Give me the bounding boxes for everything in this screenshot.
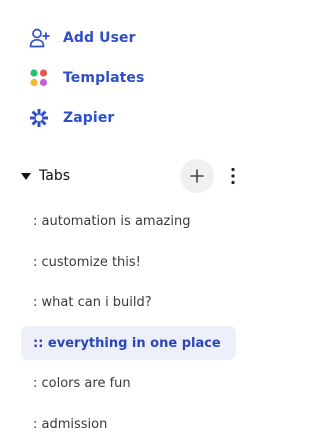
templates-button[interactable]: Templates: [27, 65, 144, 91]
tab-item-label: :: everything in one place: [33, 335, 221, 351]
templates-label: Templates: [63, 70, 145, 86]
tab-item[interactable]: : automation is amazing: [21, 204, 236, 238]
tab-item-label: : customize this!: [33, 254, 141, 270]
zapier-label: Zapier: [63, 110, 115, 126]
tab-item[interactable]: : colors are fun: [21, 366, 236, 400]
zapier-button[interactable]: Zapier: [27, 105, 114, 131]
templates-icon: [27, 66, 51, 90]
add-tab-button[interactable]: [180, 159, 214, 193]
tab-item-label: : automation is amazing: [33, 213, 191, 229]
tabs-section-title: Tabs: [39, 168, 70, 184]
sidebar-panel: Add User Templates Zapier Tabs: automat…: [0, 0, 250, 444]
collapse-caret-icon[interactable]: [21, 172, 31, 180]
tab-item-label: : what can i build?: [33, 294, 152, 310]
more-options-button[interactable]: [227, 164, 239, 188]
tab-item[interactable]: : what can i build?: [21, 285, 236, 319]
add-user-button[interactable]: Add User: [27, 25, 136, 51]
add-user-icon: [27, 26, 51, 50]
tab-item[interactable]: : admission: [21, 407, 236, 441]
tab-item[interactable]: : customize this!: [21, 245, 236, 279]
more-vertical-icon: [231, 167, 235, 185]
tabs-section-header: Tabs: [21, 159, 246, 193]
plus-icon: [190, 169, 204, 183]
tab-item-active[interactable]: :: everything in one place: [21, 326, 236, 360]
tab-item-label: : admission: [33, 416, 108, 432]
tab-item-label: : colors are fun: [33, 375, 131, 391]
zapier-icon: [27, 106, 51, 130]
add-user-label: Add User: [63, 30, 136, 46]
